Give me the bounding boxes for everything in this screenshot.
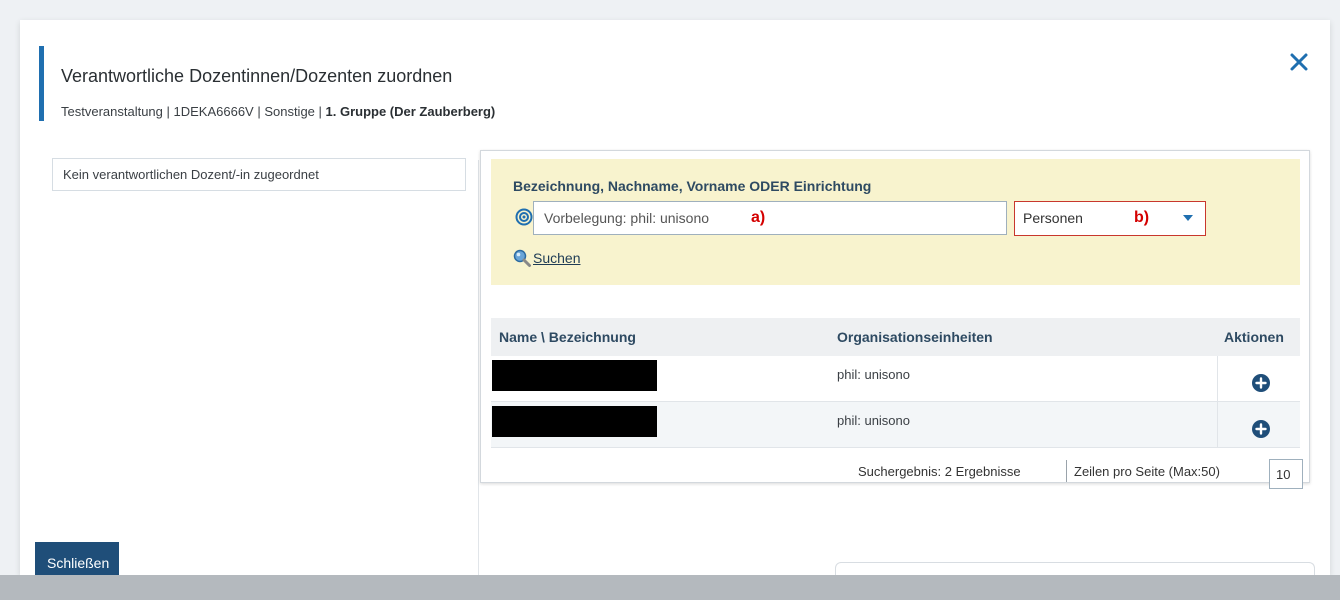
page-bottom-band (0, 575, 1340, 600)
assign-lecturers-dialog: Verantwortliche Dozentinnen/Dozenten zuo… (20, 20, 1330, 580)
floating-panel (835, 562, 1315, 575)
annotation-marker-a: a) (751, 209, 766, 226)
search-icon[interactable] (512, 248, 532, 268)
search-form: Bezeichnung, Nachname, Vorname ODER Einr… (491, 159, 1300, 285)
redacted-name (492, 406, 657, 437)
table-row: phil: unisono (491, 356, 1300, 402)
results-table-header: Name \ Bezeichnung Organisationseinheite… (491, 318, 1300, 356)
result-count: Suchergebnis: 2 Ergebnisse (858, 464, 1021, 479)
footer-separator (1066, 460, 1067, 482)
breadcrumb-group: 1. Gruppe (Der Zauberberg) (325, 104, 496, 119)
add-icon[interactable] (1252, 420, 1270, 438)
search-button[interactable]: Suchen (533, 250, 580, 266)
annotation-marker-b: b) (1134, 209, 1150, 226)
close-button[interactable]: Schließen (35, 542, 119, 575)
org-unit-cell: phil: unisono (837, 413, 910, 428)
title-accent-bar (39, 46, 44, 121)
actions-cell (1217, 402, 1300, 448)
org-unit-cell: phil: unisono (837, 367, 910, 382)
search-label: Bezeichnung, Nachname, Vorname ODER Einr… (513, 178, 872, 194)
rows-per-page-input[interactable]: 10 (1269, 459, 1303, 489)
search-panel: Bezeichnung, Nachname, Vorname ODER Einr… (480, 150, 1310, 489)
chevron-down-icon[interactable] (1183, 215, 1193, 221)
close-x-icon[interactable] (1287, 50, 1311, 74)
assigned-lecturers-box: Kein verantwortlichen Dozent/-in zugeord… (52, 158, 466, 191)
dialog-title: Verantwortliche Dozentinnen/Dozenten zuo… (61, 66, 453, 86)
dialog-breadcrumb: Testveranstaltung | 1DEKA6666V | Sonstig… (61, 104, 495, 119)
target-icon[interactable] (515, 208, 533, 226)
rows-per-page-label: Zeilen pro Seite (Max:50) (1074, 464, 1220, 479)
panel-divider (478, 160, 479, 580)
table-row: phil: unisono (491, 402, 1300, 448)
search-type-value: Personen (1023, 210, 1083, 226)
breadcrumb-text: Testveranstaltung | 1DEKA6666V | Sonstig… (61, 104, 326, 119)
column-header-org[interactable]: Organisationseinheiten (837, 329, 993, 345)
search-input[interactable]: Vorbelegung: phil: unisono (533, 201, 1007, 235)
actions-cell (1217, 356, 1300, 402)
column-header-actions: Aktionen (1224, 329, 1284, 345)
redacted-name (492, 360, 657, 391)
search-type-select[interactable]: Personen (1014, 201, 1206, 236)
add-icon[interactable] (1252, 374, 1270, 392)
column-header-name[interactable]: Name \ Bezeichnung (499, 329, 636, 345)
